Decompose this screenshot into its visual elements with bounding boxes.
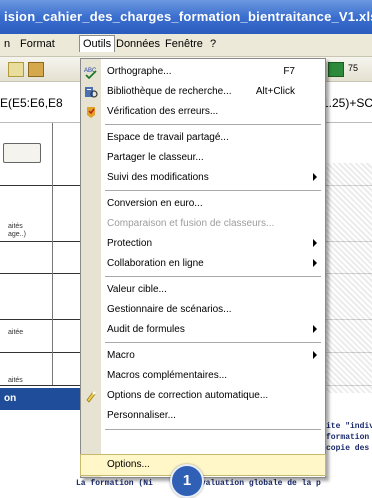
menu-item-label: Personnaliser... [107,410,176,421]
chart-wizard-icon[interactable] [328,62,344,77]
section-header-text: on [4,393,17,404]
menu-separator [105,124,321,125]
menu-item-label: Vérification des erreurs... [107,106,219,117]
menu-item-label: Collaboration en ligne [107,258,204,269]
menu-item-label: Valeur cible... [107,284,167,295]
menu-separator [105,190,321,191]
menu-item-shortcut: F7 [283,66,295,77]
menu-item-spelling[interactable]: ABC Orthographe... F7 [81,62,325,82]
menu-item-euro-conversion[interactable]: Conversion en euro... [81,194,325,214]
copy-icon[interactable] [8,62,24,77]
menu-item-track-changes[interactable]: Suivi des modifications [81,168,325,188]
formula-left: E(E5:E6,E8 [0,96,63,110]
window-title: ision_cahier_des_charges_formation_bient… [4,9,372,24]
step-badge: 1 [170,464,204,498]
menu-bar: n Format Outils Données Fenêtre ? [0,34,372,57]
paste-icon[interactable] [28,62,44,77]
menu-item-label: Conversion en euro... [107,198,203,209]
menu-item-goal-seek[interactable]: Valeur cible... [81,280,325,300]
menu-item-label: Comparaison et fusion de classeurs... [107,218,275,229]
menu-item-label: Gestionnaire de scénarios... [107,304,232,315]
menu-item-error-checking[interactable]: Vérification des erreurs... [81,102,325,122]
menu-data[interactable]: Données [116,38,160,50]
cell-label: age..) [8,231,26,238]
autocorrect-icon [86,391,96,403]
menu-edit[interactable]: n [4,38,10,50]
menu-item-label: Suivi des modifications [107,172,209,183]
menu-item-research[interactable]: Bibliothèque de recherche... Alt+Click [81,82,325,102]
menu-window[interactable]: Fenêtre [165,38,203,50]
menu-item-options[interactable]: Options... [80,454,326,476]
tools-menu: ABC Orthographe... F7 Bibliothèque de re… [80,58,326,478]
menu-separator [105,276,321,277]
menu-item-autocorrect[interactable]: Options de correction automatique... [81,386,325,406]
column-border [52,123,53,385]
menu-item-label: Macro [107,350,135,361]
note-line: copie des [326,444,370,453]
menu-item-online-collaboration[interactable]: Collaboration en ligne [81,254,325,274]
submenu-arrow-icon [313,173,317,181]
menu-item-label: Bibliothèque de recherche... [107,86,232,97]
menu-item-addins[interactable]: Macros complémentaires... [81,366,325,386]
menu-item-customize[interactable]: Personnaliser... [81,406,325,426]
menu-format[interactable]: Format [20,38,55,50]
submenu-arrow-icon [313,351,317,359]
menu-help[interactable]: ? [210,38,216,50]
cell-label: aitée [8,329,24,336]
menu-item-shortcut: Alt+Click [255,86,295,97]
menu-tools[interactable]: Outils [79,35,116,52]
note-line: formation [326,433,370,442]
menu-item-protection[interactable]: Protection [81,234,325,254]
spellcheck-icon: ABC [84,68,97,79]
menu-item-label: Options de correction automatique... [107,390,269,401]
cell-label: aités [8,223,23,230]
menu-item-compare-merge[interactable]: Comparaison et fusion de classeurs... [81,214,325,234]
menu-item-label: Protection [107,238,153,249]
menu-item-macro[interactable]: Macro [81,346,325,366]
submenu-arrow-icon [313,239,317,247]
error-check-icon [87,107,95,118]
menu-separator [105,429,321,430]
menu-item-label: Options... [107,459,150,470]
menu-item-scenarios[interactable]: Gestionnaire de scénarios... [81,300,325,320]
research-library-icon [85,87,98,98]
menu-item-shared-workspace[interactable]: Espace de travail partagé... [81,128,325,148]
title-bar: ision_cahier_des_charges_formation_bient… [0,0,372,34]
formula-right: 1.25)+SC [322,96,372,110]
submenu-arrow-icon [313,325,317,333]
menu-item-formula-auditing[interactable]: Audit de formules [81,320,325,340]
menu-item-label: Orthographe... [107,66,172,77]
menu-item-label: Audit de formules [107,324,185,335]
note-line: ite "indivi [326,422,372,431]
menu-item-share-workbook[interactable]: Partager le classeur... [81,148,325,168]
zoom-value[interactable]: 75 [348,63,358,73]
menu-item-label: Espace de travail partagé... [107,132,229,143]
menu-item-label: Macros complémentaires... [107,370,228,381]
menu-separator [105,342,321,343]
cell-label: aités [8,377,23,384]
submenu-arrow-icon [313,259,317,267]
sheet-button[interactable] [3,143,41,163]
menu-item-label: Partager le classeur... [107,152,204,163]
